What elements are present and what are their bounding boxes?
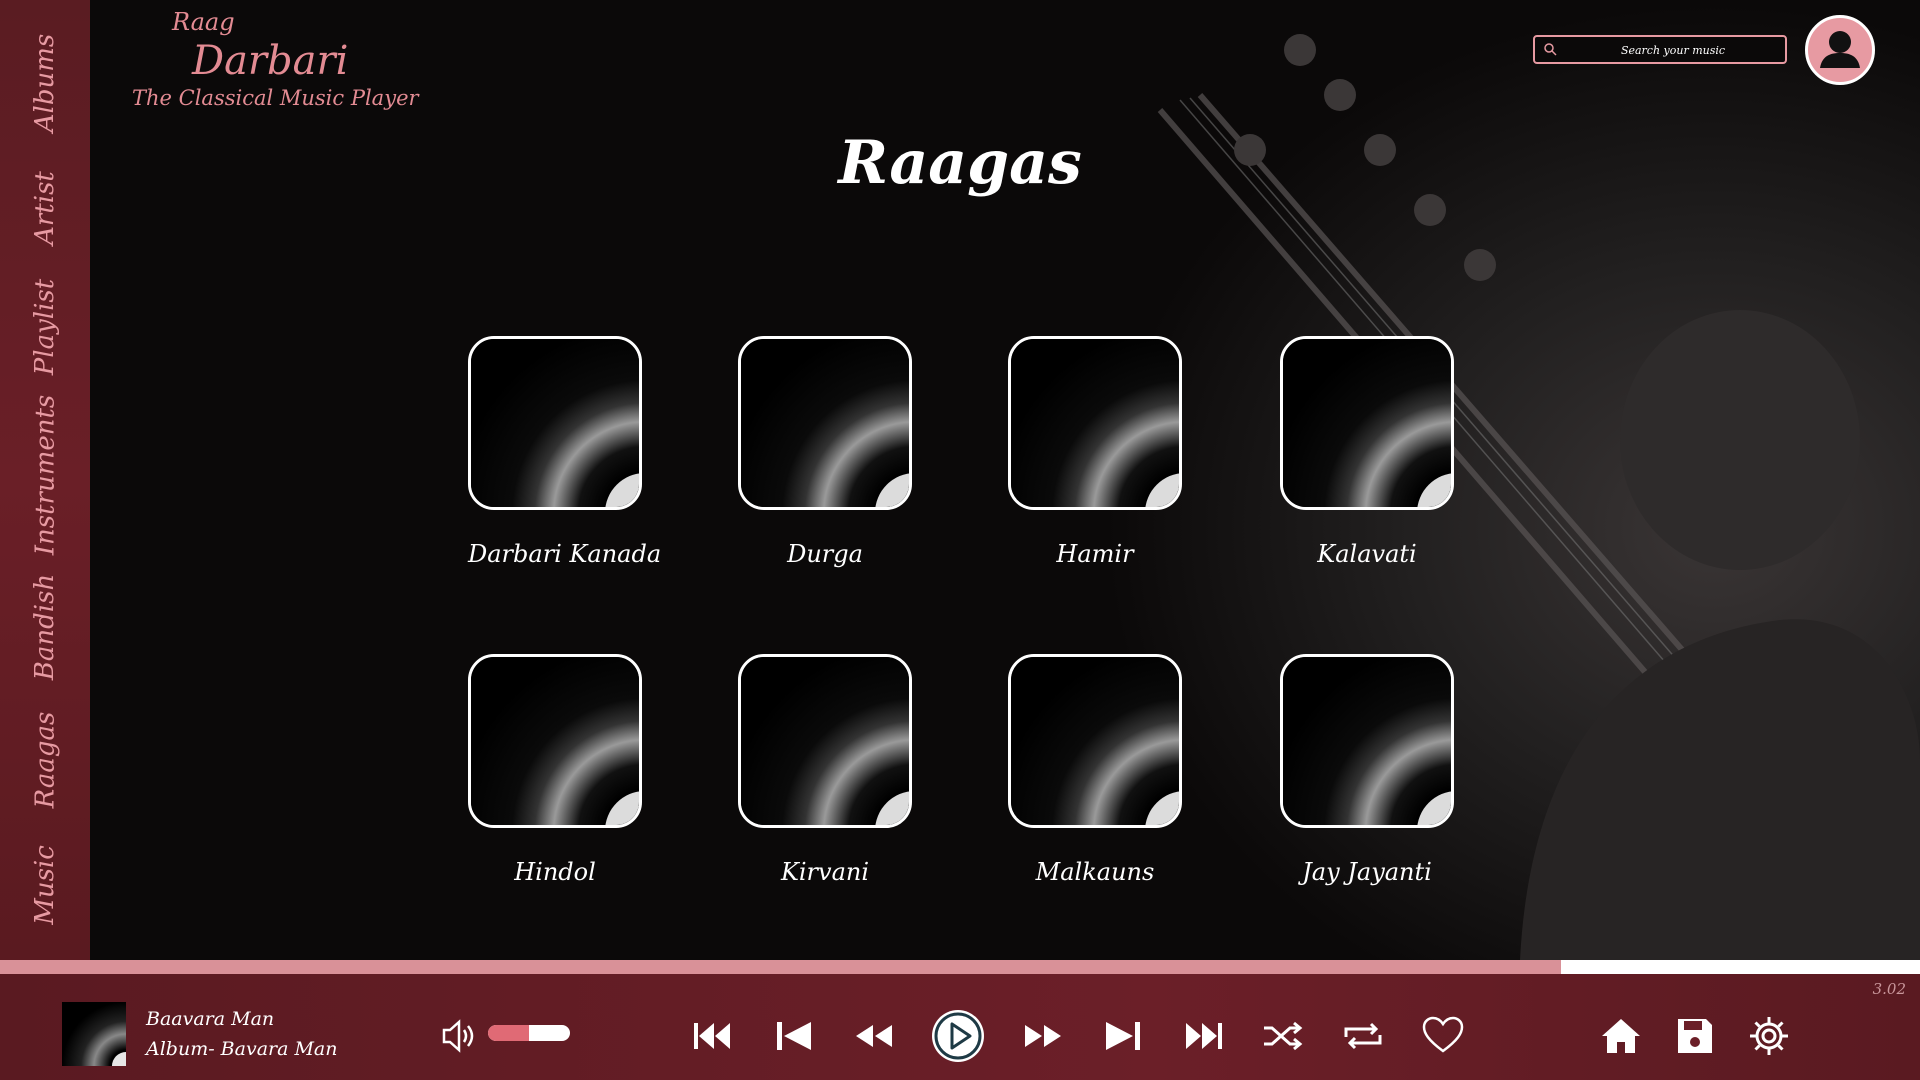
rewind-icon <box>856 1025 892 1047</box>
user-avatar-button[interactable] <box>1805 15 1875 85</box>
raaga-tile[interactable]: Malkauns <box>1008 654 1182 886</box>
search-box <box>1533 35 1787 64</box>
raaga-tile[interactable]: Kirvani <box>738 654 912 886</box>
brand-line1: Raag <box>172 8 235 36</box>
track-title: Baavara Man <box>146 1008 275 1030</box>
sidebar-item-artist[interactable]: Artist <box>0 143 90 273</box>
raaga-name: Darbari Kanada <box>468 540 662 568</box>
play-button[interactable] <box>930 1008 986 1064</box>
user-icon <box>1820 31 1860 68</box>
skip-end-button[interactable] <box>1180 1013 1226 1059</box>
raaga-name: Kirvani <box>780 858 870 886</box>
raaga-tile[interactable]: Durga <box>738 336 912 568</box>
settings-button[interactable] <box>1746 1013 1792 1059</box>
raaga-tile[interactable]: Hindol <box>468 654 642 886</box>
skip-start-icon <box>694 1023 730 1049</box>
heart-icon <box>1422 1016 1464 1053</box>
raaga-name: Jay Jayanti <box>1302 858 1432 886</box>
sidebar-item-albums[interactable]: Albums <box>0 18 90 148</box>
background-sitar-photo <box>1100 0 1920 960</box>
next-icon <box>1106 1022 1140 1050</box>
repeat-icon <box>1344 1022 1382 1050</box>
raaga-artwork <box>1280 336 1454 510</box>
raaga-artwork <box>738 336 912 510</box>
raaga-artwork <box>468 654 642 828</box>
play-icon <box>932 1010 984 1062</box>
sidebar-item-label: Albums <box>30 33 61 133</box>
previous-icon <box>777 1022 811 1050</box>
skip-start-button[interactable] <box>690 1013 736 1059</box>
raaga-artwork <box>738 654 912 828</box>
save-button[interactable] <box>1672 1013 1718 1059</box>
search-icon <box>1544 43 1557 56</box>
rewind-button[interactable] <box>851 1013 897 1059</box>
brand-line2: Darbari <box>192 38 349 84</box>
fast-forward-button[interactable] <box>1020 1013 1066 1059</box>
raaga-tile[interactable]: Darbari Kanada <box>468 336 662 568</box>
sidebar-item-label: Raagas <box>30 711 61 809</box>
skip-end-icon <box>1186 1023 1222 1049</box>
sidebar-item-playlist[interactable]: Playlist <box>0 262 90 392</box>
raaga-artwork <box>1280 654 1454 828</box>
raaga-tile[interactable]: Hamir <box>1008 336 1182 568</box>
sidebar: Albums Artist Playlist Instruments Bandi… <box>0 0 90 960</box>
raaga-artwork <box>468 336 642 510</box>
favorite-button[interactable] <box>1420 1013 1466 1059</box>
page-title: Raagas <box>838 128 1082 198</box>
sidebar-item-music[interactable]: Music <box>0 820 90 950</box>
playback-progress-bar[interactable] <box>0 960 1920 974</box>
sidebar-item-label: Instruments <box>30 394 60 556</box>
volume-button[interactable] <box>436 1013 482 1059</box>
raaga-name: Malkauns <box>1035 858 1155 886</box>
shuffle-icon <box>1264 1021 1303 1051</box>
raaga-name: Hindol <box>514 858 596 886</box>
raaga-artwork <box>1008 336 1182 510</box>
sidebar-item-label: Playlist <box>30 278 61 376</box>
search-input[interactable] <box>1563 39 1783 61</box>
volume-fill <box>488 1025 529 1041</box>
raaga-name: Hamir <box>1056 540 1134 568</box>
home-icon <box>1602 1019 1640 1053</box>
brand-tagline: The Classical Music Player <box>132 86 419 110</box>
home-button[interactable] <box>1598 1013 1644 1059</box>
volume-icon <box>442 1019 474 1053</box>
now-playing-thumbnail[interactable] <box>62 1002 126 1066</box>
progress-fill <box>0 960 1561 974</box>
sidebar-item-label: Artist <box>29 171 60 245</box>
album-name: Album- Bavara Man <box>146 1038 338 1060</box>
raaga-tile[interactable]: Jay Jayanti <box>1280 654 1454 886</box>
raaga-name: Durga <box>787 540 863 568</box>
sidebar-item-label: Music <box>30 845 60 925</box>
settings-icon <box>1750 1017 1788 1055</box>
sidebar-item-label: Bandish <box>30 573 60 681</box>
save-icon <box>1678 1019 1712 1053</box>
raaga-name: Kalavati <box>1317 540 1417 568</box>
sidebar-item-bandish[interactable]: Bandish <box>0 562 90 692</box>
elapsed-time: 3.02 <box>1872 980 1906 998</box>
sidebar-item-raagas[interactable]: Raagas <box>0 695 90 825</box>
previous-button[interactable] <box>771 1013 817 1059</box>
raaga-artwork <box>1008 654 1182 828</box>
sidebar-item-instruments[interactable]: Instruments <box>0 395 90 556</box>
raaga-tile[interactable]: Kalavati <box>1280 336 1454 568</box>
fast-forward-icon <box>1025 1025 1061 1047</box>
shuffle-button[interactable] <box>1260 1013 1306 1059</box>
repeat-button[interactable] <box>1340 1013 1386 1059</box>
volume-slider[interactable] <box>488 1025 570 1041</box>
now-playing-info: Baavara Man Album- Bavara Man <box>146 1004 338 1064</box>
next-button[interactable] <box>1100 1013 1146 1059</box>
